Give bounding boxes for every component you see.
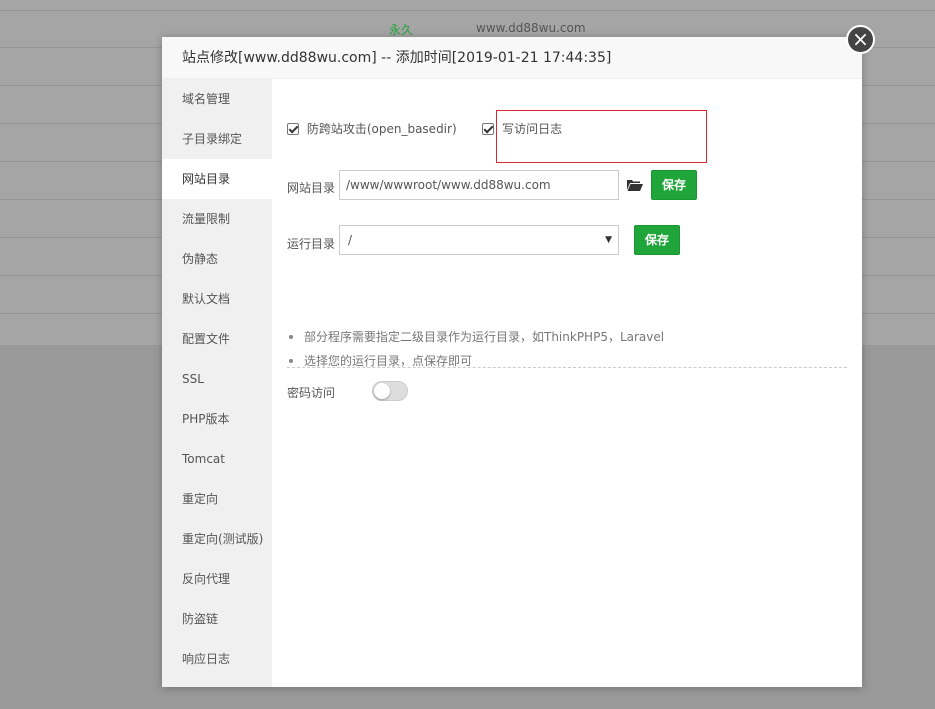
sidebar-item[interactable]: 域名管理: [162, 79, 272, 119]
sidebar-item[interactable]: 网站目录: [162, 159, 272, 199]
sidebar-item[interactable]: 重定向(测试版): [162, 519, 272, 559]
sidebar-item[interactable]: 配置文件: [162, 319, 272, 359]
table-divider: [0, 10, 935, 11]
open-basedir-label[interactable]: 防跨站攻击(open_basedir): [307, 122, 457, 136]
sidebar-item[interactable]: 默认文档: [162, 279, 272, 319]
sidebar-item[interactable]: SSL: [162, 359, 272, 399]
highlight-annotation: [496, 110, 707, 163]
toggle-knob: [374, 383, 390, 399]
dialog-title: 站点修改[www.dd88wu.com] -- 添加时间[2019-01-21 …: [162, 37, 862, 79]
open-basedir-checkbox[interactable]: [287, 123, 299, 135]
sidebar-item[interactable]: 伪静态: [162, 239, 272, 279]
run-dir-select[interactable]: / ▼: [339, 225, 619, 255]
close-icon[interactable]: ×: [846, 25, 875, 54]
dropdown-arrow-icon: ▼: [605, 235, 612, 245]
divider: [287, 367, 847, 368]
site-edit-dialog: 站点修改[www.dd88wu.com] -- 添加时间[2019-01-21 …: [162, 37, 862, 687]
site-dir-panel: 防跨站攻击(open_basedir) 写访问日志 网站目录 保存 运行目录 /…: [272, 79, 862, 687]
run-dir-selected-value: /: [348, 233, 353, 247]
settings-sidebar: 域名管理 子目录绑定 网站目录 流量限制 伪静态 默认文档 配置文件 SSL PHP版本 Tomc…: [162, 79, 272, 687]
sidebar-item[interactable]: 反向代理: [162, 559, 272, 599]
save-site-dir-button[interactable]: 保存: [651, 170, 697, 200]
site-dir-input[interactable]: [339, 170, 619, 200]
tip-item: 部分程序需要指定二级目录作为运行目录，如ThinkPHP5，Laravel: [287, 325, 847, 349]
tips-list: 部分程序需要指定二级目录作为运行目录，如ThinkPHP5，Laravel 选择…: [287, 325, 847, 373]
sidebar-item[interactable]: 防盗链: [162, 599, 272, 639]
run-dir-label: 运行目录: [287, 237, 336, 251]
save-run-dir-button[interactable]: 保存: [634, 225, 680, 255]
sidebar-item[interactable]: 流量限制: [162, 199, 272, 239]
sidebar-item[interactable]: 响应日志: [162, 639, 272, 679]
sidebar-item[interactable]: 重定向: [162, 479, 272, 519]
sidebar-item[interactable]: PHP版本: [162, 399, 272, 439]
access-log-checkbox[interactable]: [482, 123, 495, 135]
domain-cell: www.dd88wu.com: [476, 21, 586, 35]
sidebar-item[interactable]: 子目录绑定: [162, 119, 272, 159]
sidebar-item[interactable]: Tomcat: [162, 439, 272, 479]
password-access-toggle[interactable]: [372, 381, 408, 401]
folder-open-icon[interactable]: [627, 179, 643, 191]
site-dir-label: 网站目录: [287, 181, 336, 195]
password-access-label: 密码访问: [287, 386, 336, 400]
tip-item: 选择您的运行目录，点保存即可: [287, 349, 847, 373]
expiry-cell: 永久: [389, 23, 414, 37]
